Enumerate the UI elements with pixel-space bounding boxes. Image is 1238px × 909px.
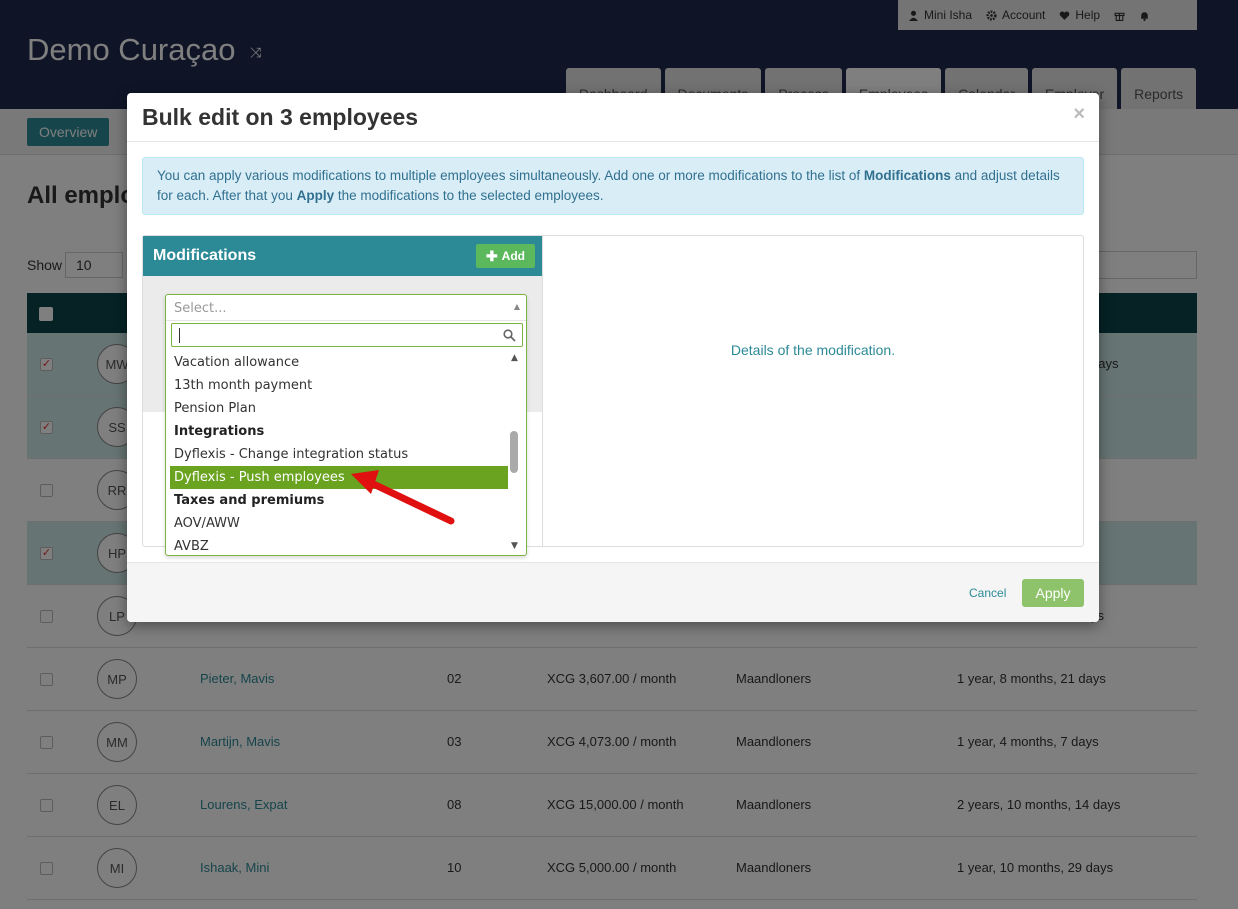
modifications-header: Modifications ✚ Add [143,236,542,276]
select-placeholder: Select... [174,301,227,316]
info-text-3: the modifications to the selected employ… [334,188,604,203]
select-toggle[interactable]: Select... ▲ [166,295,526,321]
scroll-thumb[interactable] [510,431,518,473]
scrollbar[interactable]: ▲ ▼ [510,351,522,555]
modal-footer: Cancel Apply [127,562,1099,622]
plus-icon: ✚ [485,247,498,264]
select-option[interactable]: Pension Plan [170,397,508,420]
select-option[interactable]: 13th month payment [170,374,508,397]
modifications-title: Modifications [153,247,257,264]
select-option[interactable]: Vacation allowance [170,351,508,374]
option-group-label: Integrations [174,424,265,439]
info-modifications: Modifications [863,168,951,183]
details-placeholder: Details of the modification. [730,342,896,358]
apply-button[interactable]: Apply [1022,579,1084,607]
modal-header: Bulk edit on 3 employees × [127,93,1099,142]
select-option[interactable]: Dyflexis - Change integration status [170,443,508,466]
close-icon[interactable]: × [1073,103,1085,126]
chevron-up-icon: ▲ [513,302,520,311]
add-button[interactable]: ✚ Add [475,244,535,268]
search-icon [503,329,516,342]
red-arrow-annotation [351,470,455,525]
scroll-up-icon[interactable]: ▲ [511,353,518,363]
text-cursor [179,328,180,343]
scroll-down-icon[interactable]: ▼ [511,541,518,551]
add-label: Add [501,249,525,263]
info-apply: Apply [296,188,335,203]
info-text-1: You can apply various modifications to m… [157,168,864,183]
cancel-button[interactable]: Cancel [969,586,1006,600]
select-search-input[interactable] [171,323,523,347]
select-option[interactable]: AVBZ [170,535,508,555]
info-alert: You can apply various modifications to m… [142,157,1084,215]
modal-title: Bulk edit on 3 employees [142,104,419,130]
